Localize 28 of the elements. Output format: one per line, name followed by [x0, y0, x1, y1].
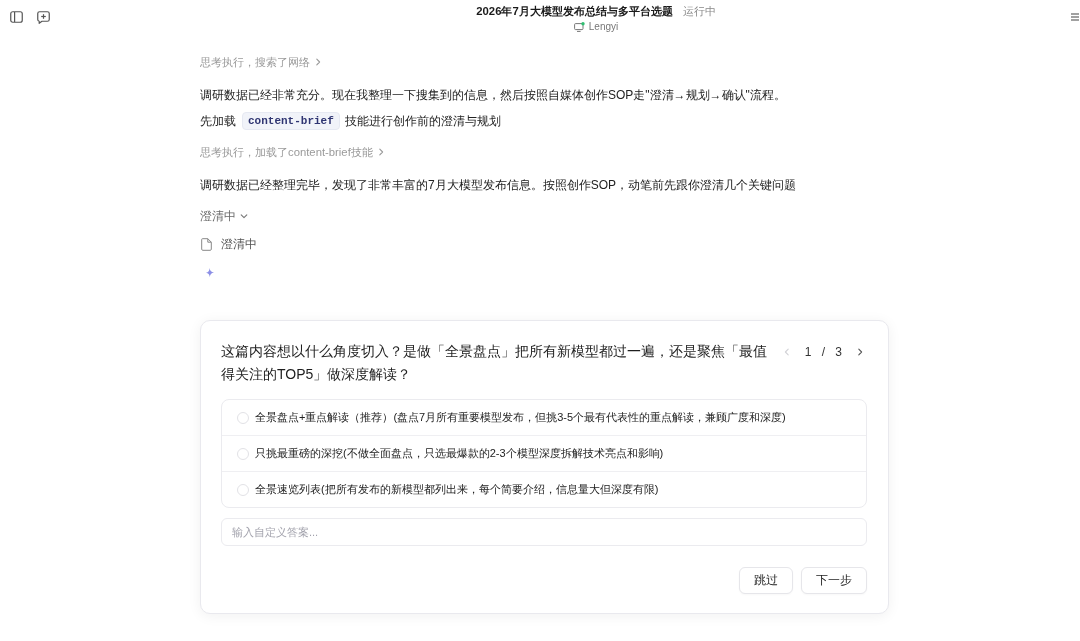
message-text: 技能进行创作前的澄清与规划 — [344, 113, 501, 130]
file-label: 澄清中 — [221, 237, 257, 252]
sidebar-toggle-icon[interactable] — [10, 11, 23, 24]
run-status: 运行中 — [682, 4, 716, 19]
sparkle-icon — [206, 267, 214, 277]
radio-icon[interactable] — [237, 447, 249, 460]
message-text: 调研数据已经非常充分。现在我整理一下搜集到的信息，然后按照自媒体创作SOP走"澄清→规划→确认"流程。 — [200, 87, 786, 104]
answer-option[interactable]: 全景盘点+重点解读（推荐）(盘点7月所有重要模型发布，但挑3-5个最有代表性的重点解读，兼顾广度和深度) — [222, 400, 866, 435]
new-chat-icon[interactable] — [37, 11, 50, 24]
action-button[interactable]: 下一步 — [801, 567, 867, 594]
skill-name-code: content-brief — [242, 112, 340, 130]
agent-name: Lengyi — [588, 20, 619, 34]
answer-option[interactable]: 全景速览列表(把所有发布的新模型都列出来，每个简要介绍，信息量大但深度有限) — [222, 471, 866, 507]
question-text: 这篇内容想以什么角度切入？是做「全景盘点」把所有新模型都过一遍，还是聚焦「最值得关注的TOP5」做深度解读？ — [221, 342, 768, 384]
next-icon[interactable] — [856, 347, 864, 356]
page-indicator: 1 / 3 — [804, 344, 842, 359]
radio-icon[interactable] — [237, 483, 249, 496]
answer-option[interactable]: 只挑最重磅的深挖(不做全面盘点，只选最爆款的2-3个模型深度拆解技术亮点和影响) — [222, 435, 866, 471]
message-text: 先加载 — [200, 113, 236, 130]
clarify-status-toggle[interactable]: 澄清中 — [200, 206, 248, 226]
menu-icon[interactable] — [1071, 13, 1079, 21]
action-button[interactable]: 跳过 — [739, 567, 793, 594]
radio-icon[interactable] — [237, 411, 249, 424]
monitor-icon — [573, 22, 585, 32]
message-text: 调研数据已经整理完毕，发现了非常丰富的7月大模型发布信息。按照创作SOP，动笔前先跟你澄清几个关键问题 — [200, 177, 796, 194]
document-icon — [201, 237, 212, 251]
conversation-title: 2026年7月大模型发布总结与多平台选题 — [476, 4, 673, 19]
custom-answer-field[interactable]: 输入自定义答案... — [221, 518, 867, 546]
